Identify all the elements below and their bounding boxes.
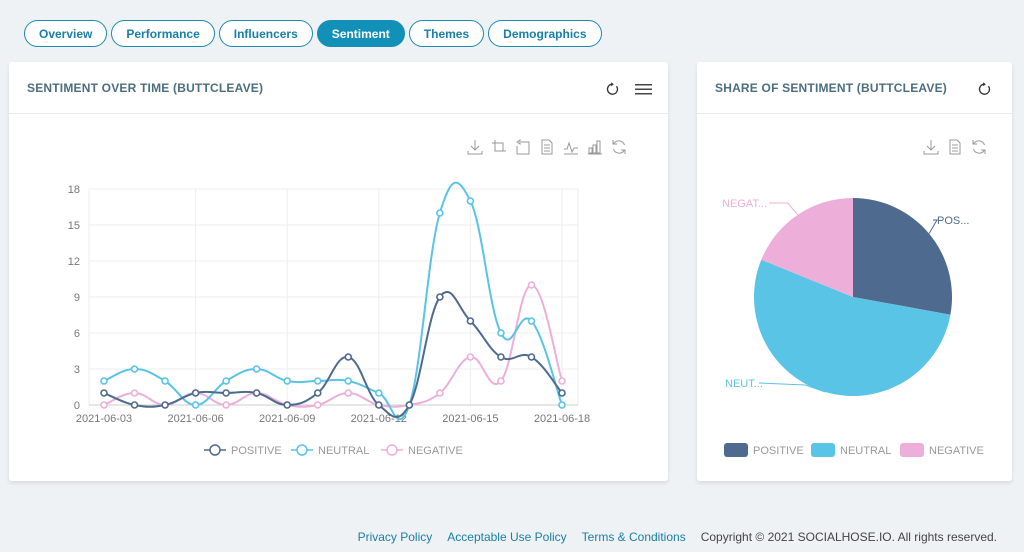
tab-influencers[interactable]: Influencers [218,20,313,47]
legend-label: POSITIVE [231,445,282,457]
data-point [313,389,322,397]
tab-demographics[interactable]: Demographics [488,20,602,47]
tab-themes[interactable]: Themes [408,20,485,47]
data-point [497,377,505,385]
terms-conditions-link[interactable]: Terms & Conditions [582,530,686,544]
legend-marker [209,444,221,456]
pie-chart: POS... NEUT... NEGAT... POSITIVE NEUTRAL NEG… [722,198,984,457]
tab-bar: Overview Performance Influencers Sentime… [24,20,602,47]
data-point [100,377,108,385]
legend-label: NEGATIVE [929,445,984,457]
legend-label: POSITIVE [753,445,804,457]
data-point [222,401,230,409]
data-point [161,401,169,409]
legend-marker [296,444,308,456]
legend-swatch [724,443,748,457]
chart-series [100,181,566,421]
chart-legend: POSITIVE NEUTRAL NEGATIVE [204,444,463,457]
data-point [130,389,139,397]
x-tick-label: 2021-06-15 [442,413,498,425]
legend-item-positive[interactable]: POSITIVE [724,443,804,457]
acceptable-use-policy-link[interactable]: Acceptable Use Policy [447,530,566,544]
data-point [130,365,139,373]
data-point [558,377,566,385]
pie-label-line [928,219,938,234]
data-point [344,377,353,385]
series-negative [100,281,566,409]
data-point [283,401,292,409]
legend-label: NEGATIVE [408,445,463,457]
pie-label: NEGAT... [722,198,767,210]
data-point [405,401,414,409]
legend-item-negative[interactable]: NEGATIVE [381,444,463,457]
data-point [497,353,505,361]
line-chart: 0 3 6 9 12 15 18 2021-06-03 2021-06-06 2021-06-09… [68,181,590,457]
share-of-sentiment-card: SHARE OF SENTIMENT (BUTTCLEAVE) POS... NE… [697,62,1012,481]
data-point [313,401,322,409]
data-point [222,377,230,385]
data-point [374,389,383,397]
legend-label: NEUTRAL [318,445,369,457]
data-point [252,365,261,373]
tab-performance[interactable]: Performance [111,20,215,47]
legend-item-negative[interactable]: NEGATIVE [900,443,984,457]
legend-swatch [900,443,924,457]
legend-label: NEUTRAL [840,445,891,457]
pie-label: POS... [937,215,969,227]
footer: Privacy Policy Acceptable Use Policy Ter… [358,530,997,544]
data-point [466,317,475,325]
data-point [436,293,444,301]
data-point [344,353,353,361]
data-point [466,353,475,361]
y-tick-label: 15 [68,220,80,232]
data-point [374,401,383,409]
x-tick-label: 2021-06-03 [76,413,132,425]
data-point [130,401,139,409]
sentiment-over-time-card: SENTIMENT OVER TIME (BUTTCLEAVE) 0 3 6 9 12 1… [9,62,668,481]
pie-slices [754,198,952,396]
legend-item-neutral[interactable]: NEUTRAL [291,444,369,457]
pie-label-line [769,202,799,216]
data-point [283,377,292,385]
x-tick-label: 2021-06-09 [259,413,315,425]
data-point [100,401,108,409]
tab-overview[interactable]: Overview [24,20,108,47]
y-tick-label: 9 [74,292,80,304]
data-point [466,197,475,205]
data-point [222,389,230,397]
y-tick-label: 18 [68,184,80,196]
data-point [527,317,536,325]
data-point [527,353,536,361]
data-point [436,209,444,217]
data-point [497,329,505,337]
privacy-policy-link[interactable]: Privacy Policy [358,530,433,544]
pie-label: NEUT... [725,378,763,390]
x-tick-label: 2021-06-18 [534,413,590,425]
data-point [313,377,322,385]
legend-item-neutral[interactable]: NEUTRAL [811,443,891,457]
y-tick-label: 3 [74,364,80,376]
data-point [344,389,353,397]
legend-swatch [811,443,835,457]
data-point [100,389,108,397]
chart-axes: 0 3 6 9 12 15 18 2021-06-03 2021-06-06 2021-06-09… [68,184,590,425]
legend-marker [386,444,398,456]
data-point [252,389,261,397]
y-tick-label: 12 [68,256,80,268]
data-point [191,401,200,409]
y-tick-label: 0 [74,400,80,412]
y-tick-label: 6 [74,328,80,340]
legend-item-positive[interactable]: POSITIVE [204,444,282,457]
data-point [558,389,566,397]
data-point [527,281,536,289]
pie-legend: POSITIVE NEUTRAL NEGATIVE [724,443,984,457]
x-tick-label: 2021-06-06 [167,413,223,425]
data-point [436,389,444,397]
tab-sentiment[interactable]: Sentiment [316,20,405,47]
data-point [161,377,169,385]
data-point [191,389,200,397]
data-point [558,401,566,409]
copyright-text: Copyright © 2021 SOCIALHOSE.IO. All righ… [700,530,997,544]
